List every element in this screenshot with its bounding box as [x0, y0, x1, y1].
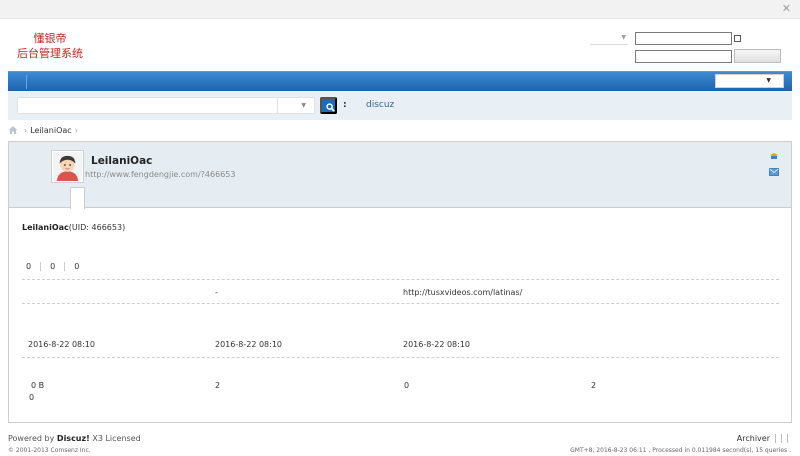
breadcrumb-separator: ›: [74, 125, 78, 135]
breadcrumb-item-user[interactable]: LeilaniOac: [30, 126, 71, 135]
hot-search-label: :: [343, 100, 347, 110]
stats-row: 0 0 0: [26, 262, 79, 271]
uid-value: (UID: 466653): [68, 223, 126, 232]
last-active-time: 2016-8-22 08:10: [403, 340, 470, 349]
search-icon: [326, 103, 335, 112]
breadcrumb: › LeilaniOac ›: [8, 124, 81, 136]
stat-value: 2: [215, 381, 221, 390]
search-type-select[interactable]: ▼: [277, 97, 315, 114]
footer-divider: [775, 434, 776, 443]
stat-divider: [40, 262, 42, 271]
remember-me-checkbox[interactable]: [734, 35, 741, 42]
divider: [22, 303, 779, 304]
logo-line-1: 懂银帝: [33, 32, 67, 45]
profile-tab[interactable]: [70, 187, 85, 209]
profile-panel: LeilaniOac http://www.fengdengjie.com/?4…: [8, 141, 792, 423]
close-icon[interactable]: ✕: [782, 2, 791, 15]
username-field[interactable]: [635, 32, 732, 45]
register-time: 2016-8-22 08:10: [28, 340, 95, 349]
stat-value: 2: [591, 381, 597, 390]
footer-divider: [787, 434, 788, 443]
hot-search-link[interactable]: discuz: [366, 100, 394, 110]
nav-divider: [26, 75, 27, 89]
window-titlebar: ✕: [0, 0, 800, 19]
footer-copyright: © 2001-2013 Comsenz Inc.: [8, 447, 91, 454]
avatar[interactable]: [51, 150, 84, 183]
stat-value[interactable]: 0: [26, 262, 31, 271]
profile-username: LeilaniOac: [91, 155, 153, 167]
last-visit-time: 2016-8-22 08:10: [215, 340, 282, 349]
password-field[interactable]: [635, 50, 732, 63]
chevron-down-icon: ▼: [621, 34, 626, 41]
chevron-down-icon: ▼: [766, 77, 771, 84]
info-link[interactable]: http://tusxvideos.com/latinas/: [403, 288, 522, 297]
archiver-link[interactable]: Archiver: [737, 434, 770, 443]
uid-line: LeilaniOac(UID: 466653): [22, 223, 125, 232]
stat-extra: 0: [29, 393, 35, 402]
info-value: -: [215, 288, 218, 297]
stat-value: 0: [404, 381, 410, 390]
divider: [22, 279, 779, 280]
stat-value[interactable]: 0: [50, 262, 55, 271]
main-navbar: [8, 71, 792, 91]
footer-links: Archiver: [737, 434, 788, 443]
avatar-image: [53, 152, 82, 181]
login-button[interactable]: [734, 49, 781, 63]
home-icon[interactable]: [8, 125, 18, 135]
login-type-select[interactable]: ▼: [590, 33, 628, 45]
site-logo[interactable]: 懂银帝 后台管理系统: [14, 31, 86, 61]
nav-quick-select[interactable]: ▼: [715, 74, 784, 88]
profile-home-url[interactable]: http://www.fengdengjie.com/?466653: [85, 170, 235, 179]
search-button[interactable]: [320, 97, 337, 114]
stat-storage: 0 B: [31, 381, 45, 390]
divider: [22, 357, 779, 358]
send-message-icon[interactable]: [769, 168, 779, 176]
add-friend-icon[interactable]: [769, 152, 779, 160]
uid-username: LeilaniOac: [22, 223, 69, 232]
stat-value[interactable]: 0: [74, 262, 79, 271]
footer-debug-info: GMT+8, 2016-8-23 06:11 , Processed in 0.…: [570, 447, 791, 454]
logo-line-2: 后台管理系统: [17, 47, 83, 60]
stat-divider: [64, 262, 66, 271]
powered-prefix: Powered by: [8, 434, 57, 443]
profile-header: LeilaniOac http://www.fengdengjie.com/?4…: [9, 142, 791, 209]
footer-divider: [781, 434, 782, 443]
search-input[interactable]: [17, 97, 278, 114]
chevron-down-icon: ▼: [301, 102, 306, 109]
powered-version: X3 Licensed: [89, 434, 141, 443]
discuz-link[interactable]: Discuz!: [57, 434, 90, 443]
breadcrumb-separator: ›: [24, 125, 28, 135]
footer-powered-by: Powered by Discuz! X3 Licensed: [8, 434, 141, 443]
